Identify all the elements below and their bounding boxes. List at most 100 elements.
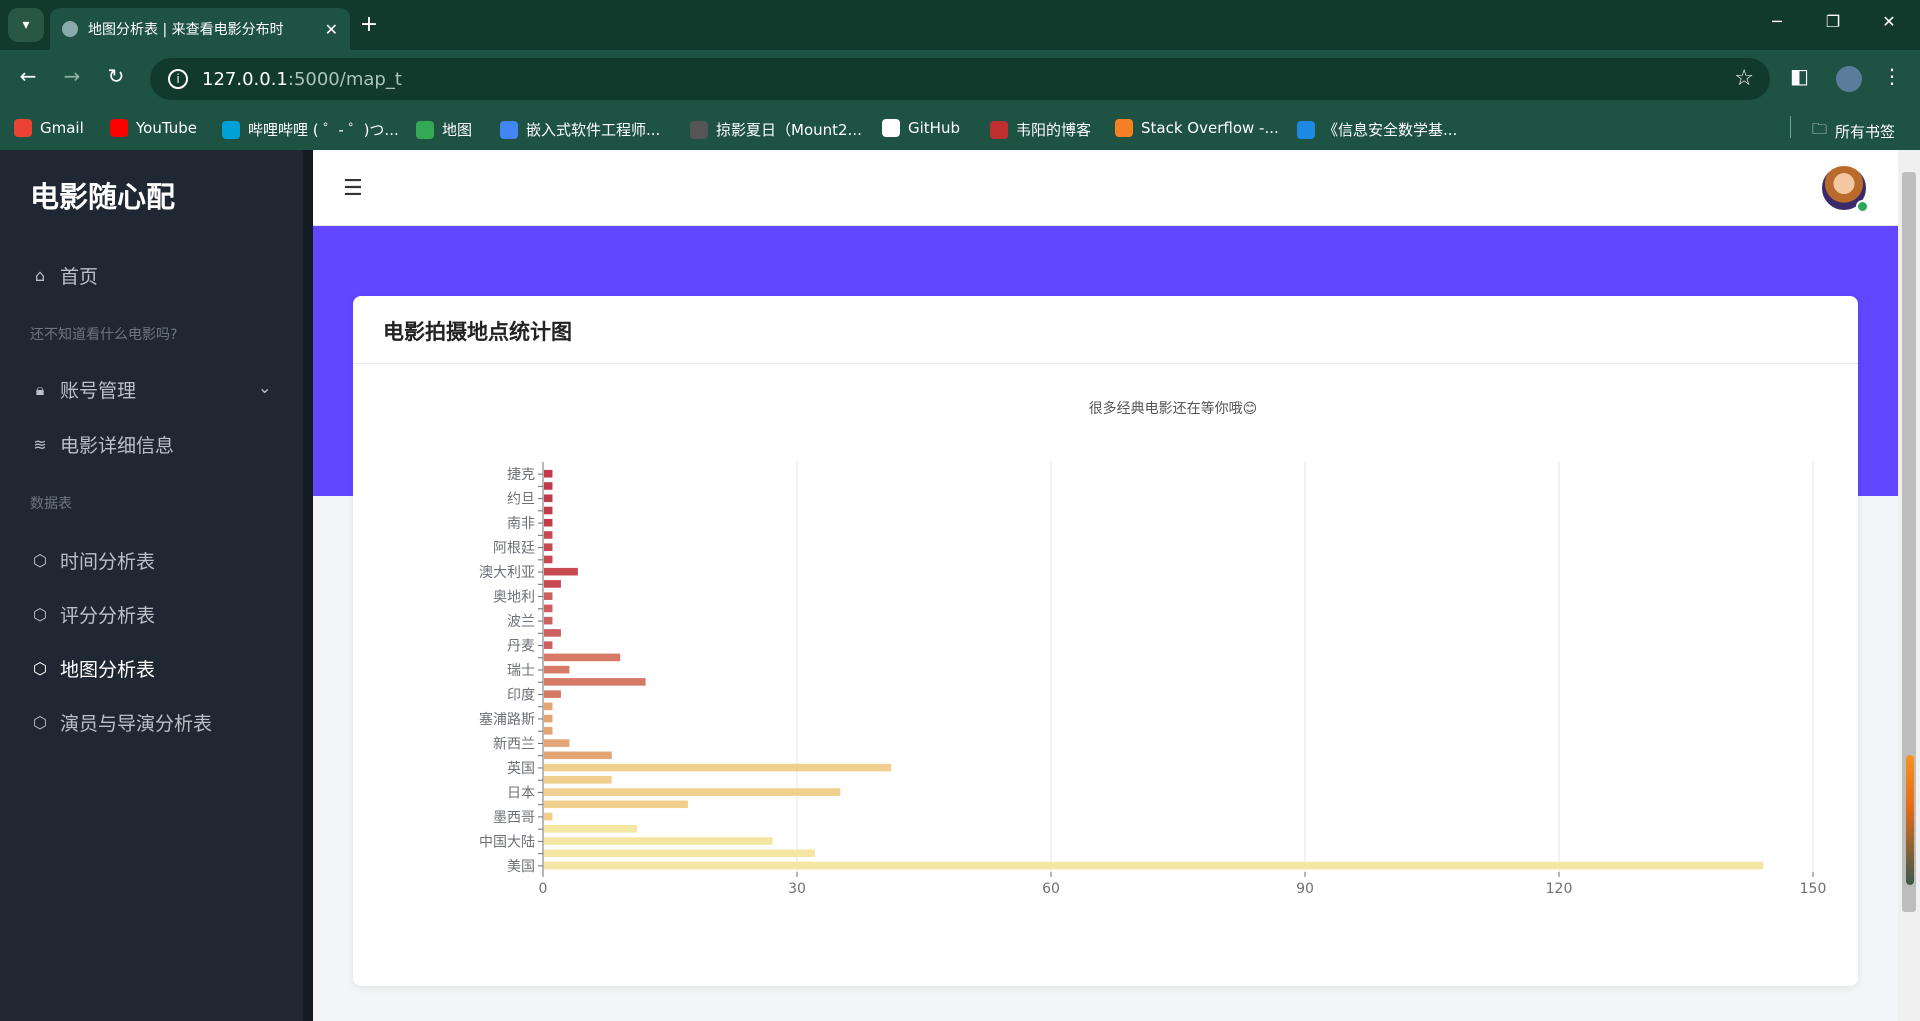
bar xyxy=(544,555,553,564)
bookmark-label: YouTube xyxy=(136,119,197,137)
bar xyxy=(544,469,553,478)
bar xyxy=(544,629,561,637)
sidebar-item-map-table[interactable]: ⬡ 地图分析表 xyxy=(30,655,155,682)
bookmark-item[interactable]: GitHub xyxy=(882,119,960,137)
forward-icon[interactable]: → xyxy=(56,64,88,88)
bookmark-favicon-icon xyxy=(416,120,434,139)
sidebar-section-heading: 数据表 xyxy=(30,496,72,512)
y-tick-label: 波兰 xyxy=(507,614,535,630)
bookmark-label: 掠影夏日（Mount2... xyxy=(716,121,862,139)
bar xyxy=(544,849,815,858)
y-tick-label: 南非 xyxy=(507,516,535,532)
bar xyxy=(544,727,553,735)
bookmark-item[interactable]: 嵌入式软件工程师... xyxy=(500,119,660,140)
side-panel-icon[interactable]: ◧ xyxy=(1790,64,1809,88)
chart-container: 很多经典电影还在等你哦😊 0 30 60 90 120 150 捷克 约旦 南非 阿根廷 澳大利亚 奥地… xyxy=(353,364,1858,964)
back-icon[interactable]: ← xyxy=(12,64,44,88)
bar xyxy=(544,518,553,527)
cube-icon: ⬡ xyxy=(33,659,47,678)
bar xyxy=(544,812,553,821)
all-bookmarks-button[interactable]: 🗀 所有书签 xyxy=(1812,119,1895,144)
bookmark-star-icon[interactable]: ☆ xyxy=(1734,66,1754,91)
bookmark-favicon-icon xyxy=(14,119,32,137)
main-content: ☰ 电影拍摄地点统计图 很多经典电影还在等你哦😊 0 30 60 90 120 150 捷克约… xyxy=(313,150,1898,1021)
chart-title: 很多经典电影还在等你哦😊 xyxy=(1089,400,1258,417)
y-tick-label: 新西兰 xyxy=(493,736,535,752)
browser-tab-bar: ▾ 地图分析表 | 来查看电影分布时 ✕ + ─ ❐ ✕ xyxy=(0,0,1920,50)
bookmark-item[interactable]: 《信息安全数学基... xyxy=(1297,119,1457,140)
sidebar-item-time-table[interactable]: ⬡ 时间分析表 xyxy=(30,547,155,574)
browser-tab[interactable]: 地图分析表 | 来查看电影分布时 ✕ xyxy=(50,8,350,50)
online-status-dot xyxy=(1856,200,1869,213)
restore-icon[interactable]: ❐ xyxy=(1818,12,1848,31)
bar xyxy=(544,861,1764,870)
scrollbar-widget xyxy=(1906,755,1914,885)
bookmarks-separator xyxy=(1790,116,1791,138)
x-tick-label: 90 xyxy=(1296,881,1314,897)
bookmarks-bar: Gmail YouTube 哔哩哔哩 ( ゜- ゜)つ... 地图 嵌入式软件工程师..… xyxy=(0,108,1920,150)
browser-profile-avatar[interactable] xyxy=(1836,66,1862,92)
browser-toolbar: ← → ↻ i 127.0.0.1:5000/map_t ☆ ◧ ⋮ xyxy=(0,50,1920,108)
sidebar-item-label: 电影详细信息 xyxy=(60,435,175,457)
lock-icon: 🔒︎ xyxy=(35,379,45,399)
y-tick-label: 瑞士 xyxy=(507,663,535,679)
y-tick-label: 阿根廷 xyxy=(493,541,535,557)
bar xyxy=(544,788,841,796)
bookmark-label: Gmail xyxy=(40,119,84,137)
y-tick-label: 丹麦 xyxy=(507,639,535,655)
bookmark-item[interactable]: Stack Overflow -... xyxy=(1115,119,1279,137)
x-tick-label: 30 xyxy=(788,881,806,897)
bar xyxy=(544,543,553,552)
y-tick-label: 英国 xyxy=(507,760,535,777)
folder-icon: 🗀 xyxy=(1812,120,1828,138)
chevron-down-icon[interactable]: ⌄ xyxy=(258,378,271,397)
url-path: :5000/map_t xyxy=(287,68,402,90)
bookmark-favicon-icon xyxy=(1115,119,1133,137)
bar xyxy=(544,800,688,809)
bookmark-label: 《信息安全数学基... xyxy=(1323,121,1458,139)
y-tick-label: 约旦 xyxy=(507,492,535,508)
x-tick-label: 0 xyxy=(539,881,548,897)
sidebar-item-home[interactable]: ⌂ 首页 xyxy=(30,262,98,289)
y-tick-label: 印度 xyxy=(507,687,535,703)
bookmark-label: 哔哩哔哩 ( ゜- ゜)つ... xyxy=(248,121,399,139)
bookmark-favicon-icon xyxy=(110,119,128,137)
minimize-icon[interactable]: ─ xyxy=(1762,12,1792,31)
site-info-icon[interactable]: i xyxy=(168,69,188,89)
kebab-menu-icon[interactable]: ⋮ xyxy=(1882,64,1902,88)
reload-icon[interactable]: ↻ xyxy=(100,64,132,88)
sidebar-item-movie-detail[interactable]: ≋ 电影详细信息 xyxy=(30,431,174,458)
y-tick-label: 中国大陆 xyxy=(479,834,535,850)
bar xyxy=(544,678,646,686)
bookmark-item[interactable]: Gmail xyxy=(14,119,84,137)
sidebar-item-label: 地图分析表 xyxy=(60,659,156,681)
all-bookmarks-label: 所有书签 xyxy=(1835,123,1896,141)
bookmark-item[interactable]: YouTube xyxy=(110,119,197,137)
tab-search-button[interactable]: ▾ xyxy=(8,8,44,42)
new-tab-button[interactable]: + xyxy=(355,12,383,37)
bookmark-label: 韦阳的博客 xyxy=(1016,121,1092,139)
sidebar-section-heading: 还不知道看什么电影吗? xyxy=(30,327,178,343)
x-tick-label: 120 xyxy=(1546,881,1573,897)
close-tab-icon[interactable]: ✕ xyxy=(325,20,338,39)
sidebar-item-actor-table[interactable]: ⬡ 演员与导演分析表 xyxy=(30,709,212,736)
address-bar[interactable]: i 127.0.0.1:5000/map_t ☆ xyxy=(150,58,1770,100)
x-tick-label: 60 xyxy=(1042,881,1060,897)
bookmark-label: 嵌入式软件工程师... xyxy=(526,121,661,139)
sidebar-item-account[interactable]: 🔒︎ 账号管理 xyxy=(30,376,136,403)
y-tick-label: 美国 xyxy=(507,859,535,875)
sidebar-item-label: 演员与导演分析表 xyxy=(60,713,213,735)
window-close-icon[interactable]: ✕ xyxy=(1874,12,1904,31)
bookmark-label: GitHub xyxy=(908,119,960,137)
bookmark-item[interactable]: 哔哩哔哩 ( ゜- ゜)つ... xyxy=(222,119,399,140)
bookmark-item[interactable]: 掠影夏日（Mount2... xyxy=(690,119,862,140)
bookmark-favicon-icon xyxy=(990,120,1008,139)
hamburger-menu-icon[interactable]: ☰ xyxy=(343,176,363,201)
sidebar-item-score-table[interactable]: ⬡ 评分分析表 xyxy=(30,601,155,628)
bar xyxy=(544,653,621,662)
bookmark-item[interactable]: 韦阳的博客 xyxy=(990,119,1091,140)
bookmark-item[interactable]: 地图 xyxy=(416,119,472,140)
bar xyxy=(544,751,612,760)
cube-icon: ⬡ xyxy=(33,713,47,732)
bookmark-label: Stack Overflow -... xyxy=(1141,119,1279,137)
